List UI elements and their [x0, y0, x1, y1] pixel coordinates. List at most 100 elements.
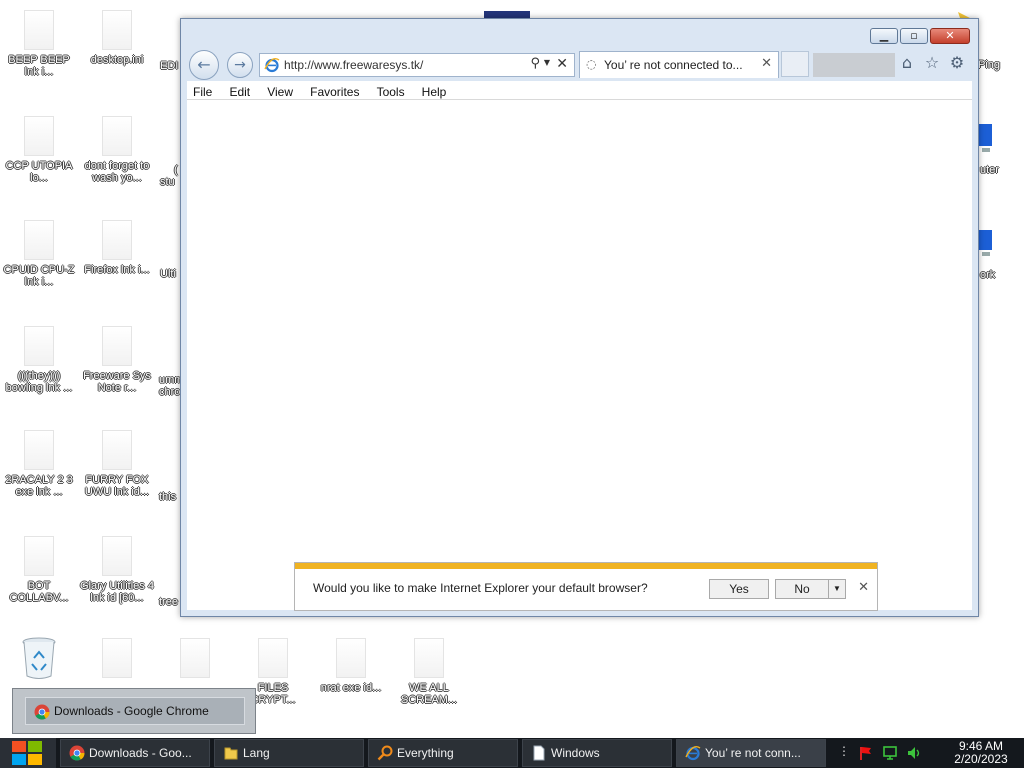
file-icon: [24, 220, 54, 260]
tab-active[interactable]: ◌ You’ re not connected to... ✕: [579, 51, 779, 78]
computer-icon[interactable]: [978, 122, 998, 158]
network-icon[interactable]: [978, 226, 998, 262]
desktop-icon-firefox[interactable]: Firefox lnk i...: [78, 214, 156, 276]
taskbar-item-windows[interactable]: Windows: [522, 739, 672, 767]
desktop-icon-label: BOT COLLABV...: [9, 580, 69, 604]
file-icon: [102, 536, 132, 576]
file-icon: [24, 10, 54, 50]
partial-label: EDI: [160, 60, 179, 72]
desktop-icon-ccp-utopia[interactable]: CCP UTOPIA lo...: [0, 110, 78, 184]
network-status-icon[interactable]: [882, 745, 898, 761]
file-icon: [24, 430, 54, 470]
partial-label: uter: [980, 164, 999, 176]
desktop-icon-cpuid[interactable]: CPUID CPU-Z lnk i...: [0, 214, 78, 288]
volume-icon[interactable]: [906, 745, 922, 761]
close-window-button[interactable]: ✕: [930, 28, 970, 44]
tab-title: You’ re not connected to...: [604, 58, 743, 72]
ie-logo-icon: [264, 57, 280, 73]
partial-label: stu: [160, 176, 175, 188]
partial-label: ork: [980, 269, 996, 281]
address-bar[interactable]: http://www.freewaresys.tk/ ⚲ ▼ ✕: [259, 53, 575, 77]
desktop-icon-they-bowling[interactable]: (((they))) bowling lnk ...: [0, 320, 78, 394]
favorites-star-icon[interactable]: ☆: [922, 53, 942, 73]
caption-buttons: ▁ ▫ ✕: [868, 28, 970, 46]
loading-spinner-icon: ◌: [586, 57, 597, 71]
more-options-icon[interactable]: ⋮: [838, 744, 850, 758]
system-tray: ⋮ 9:46 AM 2/20/2023: [832, 738, 1024, 768]
notification-stripe: [295, 563, 877, 569]
back-arrow-icon: ←: [197, 55, 211, 74]
thumbnail-item[interactable]: Downloads - Google Chrome: [25, 697, 245, 725]
recycle-bin[interactable]: [0, 632, 78, 679]
taskbar-thumbnail-popup[interactable]: Downloads - Google Chrome: [12, 688, 256, 734]
yes-button[interactable]: Yes: [709, 579, 769, 599]
desktop-icon-label: (((they))) bowling lnk ...: [5, 370, 73, 394]
close-notification-icon[interactable]: ✕: [858, 580, 869, 595]
file-icon: [180, 638, 210, 678]
desktop-icon-freeware-sys-note[interactable]: Freeware Sys Note r...: [78, 320, 156, 394]
search-icon: [377, 745, 393, 761]
desktop-icon-desktop-ini[interactable]: desktop.ini: [78, 4, 156, 66]
desktop-icon-we-all-scream[interactable]: WE ALL SCREAM...: [390, 632, 468, 706]
action-center-flag-icon[interactable]: [858, 745, 874, 761]
desktop-icon-label: Firefox lnk i...: [84, 264, 150, 276]
taskbar-item-everything[interactable]: Everything: [368, 739, 518, 767]
page-content[interactable]: Would you like to make Internet Explorer…: [187, 99, 972, 611]
desktop-icon-bot-collab[interactable]: BOT COLLABV...: [0, 530, 78, 604]
desktop-icon-glary-utilities[interactable]: Glary Utilities 4 lnk id [60...: [78, 530, 156, 604]
file-icon: [102, 220, 132, 260]
no-options-dropdown[interactable]: ▼: [828, 579, 846, 599]
start-button[interactable]: [0, 738, 56, 768]
windows-logo-icon: [12, 741, 42, 765]
ie-icon: [685, 745, 701, 761]
chevron-down-icon[interactable]: ▼: [544, 58, 550, 67]
partial-label: chro: [159, 386, 181, 398]
thumbnail-label: Downloads - Google Chrome: [54, 704, 209, 718]
forward-arrow-icon: →: [234, 57, 246, 73]
desktop-icon-label: WE ALL SCREAM...: [400, 682, 458, 706]
desktop-icon-blank[interactable]: [78, 632, 156, 678]
document-icon: [533, 745, 545, 761]
tab-strip-filler: [813, 53, 895, 77]
back-button[interactable]: ←: [189, 50, 219, 80]
file-icon: [24, 326, 54, 366]
recycle-bin-icon: [22, 636, 56, 679]
stop-icon[interactable]: ✕: [556, 56, 568, 72]
menu-bar: File Edit View Favorites Tools Help: [187, 81, 972, 99]
desktop-icon-label: Glary Utilities 4 lnk id [60...: [80, 580, 154, 604]
desktop-icon-label: CCP UTOPIA lo...: [5, 160, 73, 184]
file-icon: [336, 638, 366, 678]
search-icon[interactable]: ⚲: [530, 56, 540, 71]
chrome-icon: [34, 704, 50, 720]
file-icon: [102, 116, 132, 156]
partial-label: (: [174, 164, 178, 176]
minimize-button[interactable]: ▁: [870, 28, 898, 44]
desktop-icon-2racaly[interactable]: 2RACALY 2 3 exe lnk ...: [0, 424, 78, 498]
file-icon: [102, 326, 132, 366]
desktop-icon-label: desktop.ini: [90, 54, 144, 66]
desktop-icon-furry-fox[interactable]: FURRY FOX UWU lnk id...: [78, 424, 156, 498]
taskbar-item-label: Everything: [397, 746, 454, 760]
taskbar-item-label: Lang: [243, 746, 270, 760]
new-tab-button[interactable]: [781, 51, 809, 77]
gear-icon[interactable]: ⚙: [947, 53, 967, 73]
close-tab-icon[interactable]: ✕: [761, 56, 772, 71]
forward-button[interactable]: →: [227, 52, 253, 78]
desktop-icon-beep-beep[interactable]: BEEP BEEP lnk i...: [0, 4, 78, 78]
maximize-button[interactable]: ▫: [900, 28, 928, 44]
taskbar-item-label: Windows: [551, 746, 600, 760]
url-text[interactable]: http://www.freewaresys.tk/: [284, 58, 423, 72]
clock-date[interactable]: 2/20/2023: [938, 753, 1024, 766]
home-icon[interactable]: ⌂: [897, 53, 917, 73]
taskbar-item-chrome[interactable]: Downloads - Goo...: [60, 739, 210, 767]
file-icon: [102, 430, 132, 470]
no-button[interactable]: No: [775, 579, 829, 599]
taskbar-item-label: You’ re not conn...: [705, 746, 801, 760]
notification-message: Would you like to make Internet Explorer…: [313, 581, 648, 595]
desktop-icon-nrat-exe[interactable]: nrat exe id...: [312, 632, 390, 694]
desktop-icon-label: FURRY FOX UWU lnk id...: [84, 474, 150, 498]
taskbar-item-ie[interactable]: You’ re not conn...: [676, 739, 826, 767]
taskbar-item-lang[interactable]: Lang: [214, 739, 364, 767]
desktop-icon-dont-forget[interactable]: dont forget to wash yo...: [78, 110, 156, 184]
desktop-icon-blank-2[interactable]: [156, 632, 234, 678]
